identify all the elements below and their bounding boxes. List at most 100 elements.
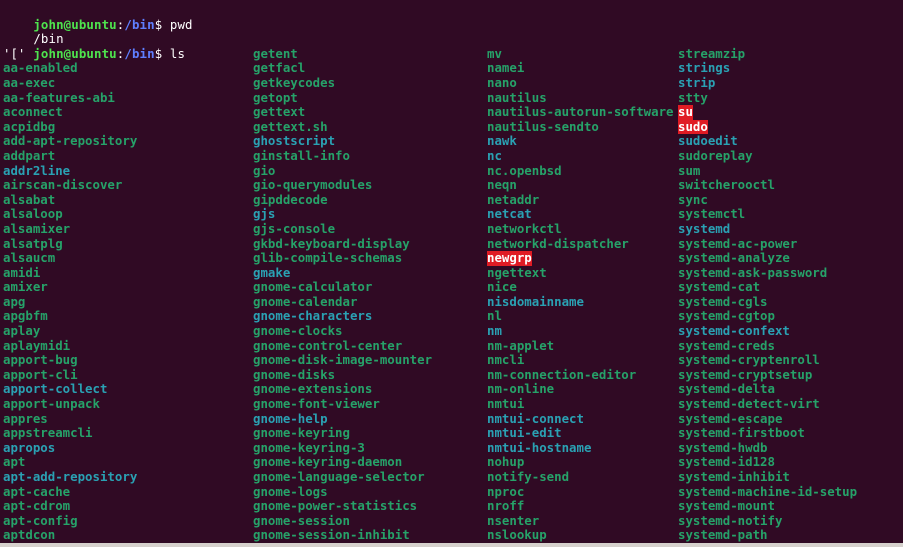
ls-entry: sudoreplay — [678, 147, 753, 163]
ls-entry: amidi — [3, 264, 41, 280]
ls-entry: systemd-confext — [678, 323, 790, 339]
ls-entry: sudo — [678, 118, 708, 135]
ls-entry: addpart — [3, 147, 56, 163]
ls-entry: gnome-font-viewer — [253, 396, 380, 412]
ls-output-row: apt-config gnome-session nsenter systemd-no… — [0, 512, 903, 529]
ls-output-row: appstreamcli gnome-keyring nmtui-edit syste… — [0, 426, 903, 441]
ls-output-grid: '[' getent mv streamzip aa-enabled getfacl nam… — [0, 45, 903, 543]
ls-entry: alsatplg — [3, 235, 63, 251]
ls-entry: systemd-cryptenroll — [678, 352, 820, 368]
ls-output-row: apport-unpack gnome-font-viewer nmtui syste… — [0, 396, 903, 412]
ls-entry: appstreamcli — [3, 425, 93, 441]
ls-entry: gnome-calendar — [253, 293, 358, 309]
ls-entry: gnome-keyring-3 — [253, 439, 365, 455]
ls-output-row: apport-cli gnome-disks nm-connection-edito… — [0, 366, 903, 383]
ls-output-row: alsabat gipddecode netaddr sync — [0, 191, 903, 208]
ls-entry: su — [678, 104, 693, 120]
ls-output-row: apt gnome-keyring-daemon nohup systemd-id12… — [0, 455, 903, 470]
ls-entry: aconnect — [3, 104, 63, 120]
ls-entry: gnome-power-statistics — [253, 498, 418, 514]
ls-entry: nohup — [487, 454, 525, 470]
ls-entry: systemd-analyze — [678, 250, 790, 266]
ls-entry: networkctl — [487, 220, 562, 236]
ls-entry: apt-cdrom — [3, 498, 71, 514]
prompt-line-ls: john@ubuntu:/bin$ ls — [0, 32, 903, 61]
ls-entry: systemd-cgls — [678, 293, 768, 309]
ls-entry: nautilus-sendto — [487, 118, 599, 134]
pwd-output: /bin — [33, 31, 64, 47]
ls-entry: notify-send — [487, 469, 570, 484]
ls-entry: aa-features-abi — [3, 89, 115, 105]
ls-entry: alsaloop — [3, 206, 63, 222]
ls-entry: glib-compile-schemas — [253, 250, 403, 266]
ls-entry: systemd — [678, 220, 731, 236]
ls-entry: netaddr — [487, 191, 540, 207]
ls-entry: aplay — [3, 323, 41, 339]
ls-entry: gio — [253, 162, 276, 178]
ls-entry: addr2line — [3, 162, 71, 178]
ls-entry: amixer — [3, 279, 48, 295]
ls-entry: neqn — [487, 177, 517, 193]
ls-entry: strings — [678, 60, 731, 76]
ls-output-row: '[' getent mv streamzip — [0, 45, 903, 62]
ls-entry: gettext.sh — [253, 118, 328, 134]
ls-entry: apport-cli — [3, 366, 78, 382]
ls-entry: apgbfm — [3, 308, 48, 324]
ls-entry: appres — [3, 410, 48, 426]
ls-entry: systemd-inhibit — [678, 469, 790, 484]
ls-entry: systemd-cgtop — [678, 308, 775, 324]
ls-entry: nice — [487, 279, 517, 295]
ls-output-row: aa-enabled getfacl namei strings — [0, 61, 903, 76]
ls-output-row: aa-features-abi getopt nautilus stty — [0, 89, 903, 106]
ls-entry: alsaucm — [3, 250, 56, 266]
ls-entry: ngettext — [487, 264, 547, 280]
ls-entry: nisdomainname — [487, 293, 584, 309]
ls-entry: switcherooctl — [678, 177, 775, 193]
ls-entry: nm-online — [487, 381, 555, 397]
ls-entry: nmtui-hostname — [487, 439, 592, 455]
ls-entry: gjs — [253, 206, 276, 222]
ls-entry: add-apt-repository — [3, 133, 138, 149]
ls-entry: apt-add-repository — [3, 469, 138, 484]
ls-output-row: aa-exec getkeycodes nano strip — [0, 74, 903, 91]
ls-entry: apg — [3, 293, 26, 309]
ls-entry: systemd-cat — [678, 279, 761, 295]
prompt-path: /bin — [124, 16, 155, 32]
ls-output-row: airscan-discover gio-querymodules neqn swit… — [0, 178, 903, 193]
ls-entry: systemctl — [678, 206, 746, 222]
ls-entry: aptdcon — [3, 527, 56, 543]
command-pwd: pwd — [162, 16, 193, 32]
ls-entry: '[' — [3, 45, 26, 61]
ls-output-row: aconnect gettext nautilus-autorun-software… — [0, 105, 903, 120]
ls-entry: aplaymidi — [3, 337, 71, 353]
ls-output-row: apgbfm gnome-characters nl systemd-cgtop — [0, 309, 903, 324]
ls-entry: ginstall-info — [253, 147, 350, 163]
ls-entry: gnome-logs — [253, 483, 328, 499]
ls-entry: ghostscript — [253, 133, 336, 149]
ls-entry: aa-enabled — [3, 60, 78, 76]
ls-entry: systemd-detect-virt — [678, 396, 820, 412]
ls-entry: sum — [678, 162, 701, 178]
ls-entry: streamzip — [678, 45, 746, 61]
ls-entry: systemd-path — [678, 527, 768, 543]
ls-entry: apt-cache — [3, 483, 71, 499]
ls-output-row: apport-bug gnome-disk-image-mounter nmcli s… — [0, 353, 903, 368]
ls-entry: gnome-session — [253, 512, 350, 528]
ls-output-row: alsatplg gkbd-keyboard-display networkd-di… — [0, 235, 903, 252]
ls-entry: gnome-keyring-daemon — [253, 454, 403, 470]
ls-output-row: aptdcon gnome-session-inhibit nslookup syst… — [0, 528, 903, 543]
ls-entry: getkeycodes — [253, 74, 336, 90]
ls-entry: systemd-firstboot — [678, 425, 805, 441]
ls-output-row: apt-add-repository gnome-language-selecto… — [0, 469, 903, 485]
terminal-window[interactable]: john@ubuntu:/bin$ pwd /bin john@ubuntu:/… — [0, 0, 903, 547]
ls-entry: apport-unpack — [3, 396, 100, 412]
ls-entry: gnome-language-selector — [253, 469, 425, 484]
ls-entry: systemd-notify — [678, 512, 783, 528]
ls-entry: systemd-hwdb — [678, 439, 768, 455]
ls-entry: nmcli — [487, 352, 525, 368]
ls-entry: nm — [487, 323, 502, 339]
ls-entry: nc — [487, 147, 502, 163]
ls-output-row: appres gnome-help nmtui-connect systemd-esc… — [0, 410, 903, 427]
ls-output-row: apt-cdrom gnome-power-statistics nroff syst… — [0, 499, 903, 514]
ls-entry: gnome-help — [253, 410, 328, 426]
